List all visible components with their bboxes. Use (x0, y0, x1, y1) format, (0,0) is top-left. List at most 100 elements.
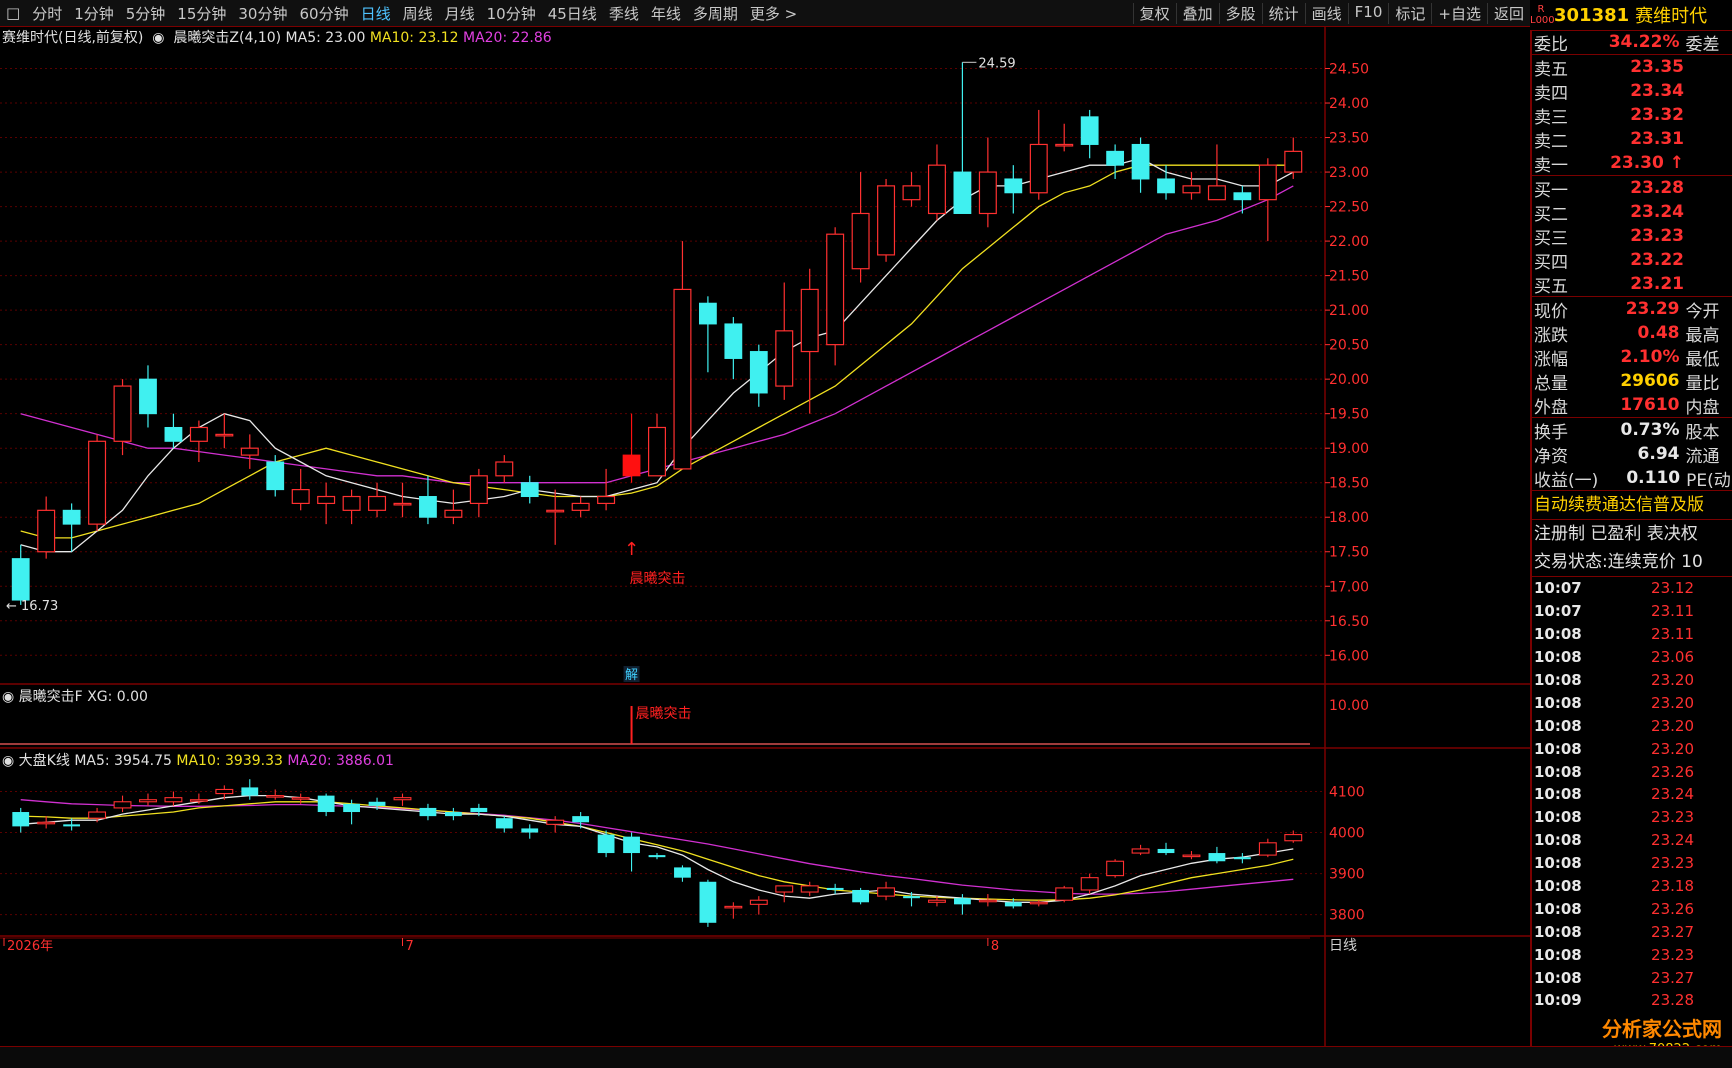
promo-banner[interactable]: 自动续费通达信普及版 (1532, 491, 1732, 519)
candle-body (547, 510, 564, 512)
tab-11[interactable]: 季线 (603, 3, 645, 24)
tick-price: 23.12 (1614, 579, 1694, 597)
tab-1[interactable]: 1分钟 (68, 3, 120, 24)
tick-time: 10:08 (1532, 900, 1614, 918)
tool-button-6[interactable]: 标记 (1388, 3, 1431, 24)
candle-body (470, 476, 487, 504)
tick-price: 23.24 (1614, 785, 1694, 803)
tick-time: 10:08 (1532, 648, 1614, 666)
index-candle-body (1209, 853, 1226, 861)
collapse-icon[interactable]: ◉ (2, 753, 14, 769)
index-candle-body (776, 886, 793, 892)
candle-body (929, 165, 946, 213)
tab-9[interactable]: 10分钟 (481, 3, 542, 24)
tick-price: 23.20 (1614, 671, 1694, 689)
tab-6[interactable]: 日线 (355, 3, 397, 24)
candle-body (1234, 193, 1251, 200)
quote-panel: 委比 34.22% 委差 卖五23.35卖四23.34卖三23.32卖二23.3… (1530, 30, 1732, 1046)
axis-label: 18.00 (1329, 510, 1369, 526)
kline-chart[interactable]: 24.5024.0023.5023.0022.5022.0021.5021.00… (0, 26, 1530, 1046)
candle-body (63, 510, 80, 524)
candle-body (445, 510, 462, 517)
index-candle-body (1259, 843, 1276, 855)
index-candle-body (318, 796, 335, 812)
tick-row: 10:0823.24 (1532, 783, 1732, 806)
index-axis-label: 4000 (1329, 826, 1365, 842)
tick-price: 23.11 (1614, 602, 1694, 620)
index-candle-body (903, 896, 920, 898)
axis-label: 21.00 (1329, 303, 1369, 319)
quote-row: 涨跌0.48最高 (1532, 321, 1732, 345)
index-candle-body (114, 802, 131, 808)
tick-price: 23.26 (1614, 763, 1694, 781)
tool-button-4[interactable]: 画线 (1305, 3, 1348, 24)
collapse-icon[interactable]: ◉ (2, 689, 14, 705)
quote-value: 17610 (1590, 395, 1679, 415)
tool-button-1[interactable]: 叠加 (1176, 3, 1219, 24)
quote-label: 卖三 (1532, 103, 1592, 128)
tool-button-2[interactable]: 多股 (1219, 3, 1262, 24)
quote-label: 买四 (1532, 248, 1592, 273)
tool-button-5[interactable]: F10 (1348, 3, 1389, 24)
tab-14[interactable]: 更多 > (744, 3, 803, 24)
tab-13[interactable]: 多周期 (687, 3, 744, 24)
quote-row: 卖二23.31 (1532, 127, 1732, 151)
tab-12[interactable]: 年线 (645, 3, 687, 24)
ma20-value: MA20: 22.86 (463, 30, 552, 46)
index-candle-body (1183, 855, 1200, 857)
tool-button-8[interactable]: 返回 (1487, 3, 1530, 24)
quote-label2: PE(动 (1680, 466, 1732, 491)
tick-time: 10:08 (1532, 671, 1614, 689)
indicator-tabbar[interactable] (0, 1046, 1732, 1068)
quote-row: 外盘17610内盘 (1532, 393, 1732, 417)
candle-body (394, 503, 411, 505)
index-candle-body (1081, 878, 1098, 890)
axis-label: 22.00 (1329, 234, 1369, 250)
sub2-indicator-name[interactable]: 大盘K线 (19, 753, 70, 769)
quote-row: 收益(一)0.110PE(动 (1532, 466, 1732, 490)
candle-body (1285, 151, 1302, 172)
index-candle-body (572, 816, 589, 822)
index-candle-body (420, 808, 437, 816)
candle-body (190, 427, 207, 441)
quote-label: 买五 (1532, 272, 1592, 297)
tool-button-0[interactable]: 复权 (1133, 3, 1176, 24)
menu-icon[interactable]: □ (0, 4, 26, 22)
candle-body (420, 497, 437, 518)
tab-4[interactable]: 30分钟 (232, 3, 293, 24)
tab-8[interactable]: 月线 (439, 3, 481, 24)
quote-row: 买五23.21 (1532, 272, 1732, 296)
tab-10[interactable]: 45日线 (542, 3, 603, 24)
tab-7[interactable]: 周线 (397, 3, 439, 24)
collapse-icon[interactable]: ◉ (148, 30, 169, 46)
candle-body (241, 448, 258, 455)
candle-body (216, 434, 233, 436)
sub1-indicator-name[interactable]: 晨曦突击F (19, 689, 83, 705)
indicator-name[interactable]: 晨曦突击Z(4,10) (173, 30, 281, 46)
tick-list[interactable]: 10:0723.1210:0723.1110:0823.1110:0823.06… (1532, 577, 1732, 1012)
tick-price: 23.18 (1614, 877, 1694, 895)
tick-price: 23.11 (1614, 625, 1694, 643)
index-candle-body (598, 835, 615, 853)
tool-button-3[interactable]: 统计 (1262, 3, 1305, 24)
index-candle-body (827, 888, 844, 890)
quote-value: 0.73% (1590, 420, 1679, 440)
index-candle-body (954, 898, 971, 904)
tick-row: 10:0823.27 (1532, 920, 1732, 943)
candle-body (750, 352, 767, 393)
weibi-row: 委比 34.22% 委差 (1532, 30, 1732, 54)
tab-2[interactable]: 5分钟 (120, 3, 172, 24)
candle-body (979, 172, 996, 213)
tick-row: 10:0823.20 (1532, 714, 1732, 737)
tab-5[interactable]: 60分钟 (293, 3, 354, 24)
tab-0[interactable]: 分时 (26, 3, 68, 24)
index-candle-body (343, 804, 360, 812)
quote-label2: 最高 (1680, 321, 1732, 346)
trade-status: 交易状态:连续竞价 10 (1532, 548, 1732, 576)
tab-3[interactable]: 15分钟 (171, 3, 232, 24)
tool-button-7[interactable]: +自选 (1431, 3, 1487, 24)
date-label: 7 (405, 939, 413, 954)
low-label: ← 16.73 (6, 599, 58, 614)
xg-value: XG: 0.00 (87, 689, 148, 705)
index-candle-body (292, 798, 309, 800)
